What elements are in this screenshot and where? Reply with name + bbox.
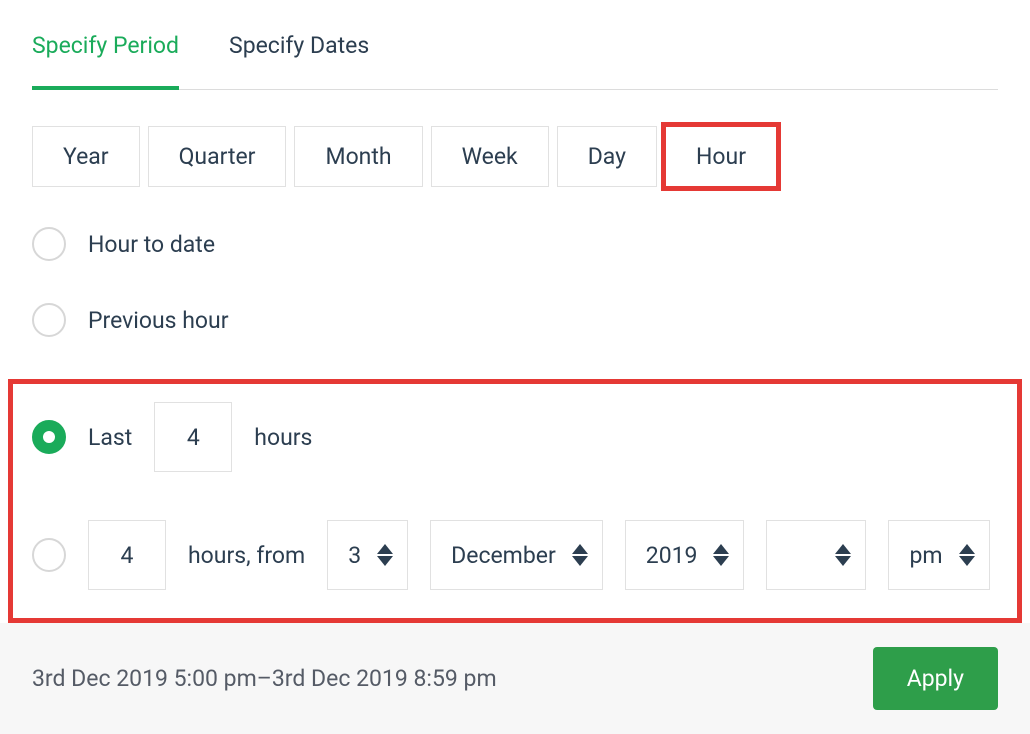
tabs: Specify Period Specify Dates <box>32 32 998 90</box>
option-previous-hour: Previous hour <box>32 303 998 337</box>
spinner-stack <box>713 544 729 566</box>
month-value: December <box>451 542 556 569</box>
option-last-hours: Last 4 hours <box>32 402 998 472</box>
hours-from-year-field[interactable]: 2019 <box>625 520 745 590</box>
option-label-mid: hours, from <box>188 542 305 569</box>
day-value: 3 <box>348 542 361 569</box>
spinner-stack <box>572 544 588 566</box>
ampm-value: pm <box>909 542 942 569</box>
arrow-down-icon[interactable] <box>377 556 393 566</box>
option-label-prefix: Last <box>88 424 132 451</box>
tab-specify-dates[interactable]: Specify Dates <box>229 32 369 89</box>
period-quarter-button[interactable]: Quarter <box>148 126 287 187</box>
period-year-button[interactable]: Year <box>32 126 140 187</box>
option-label-suffix: hours <box>254 424 312 451</box>
period-hour-button[interactable]: Hour <box>661 122 781 191</box>
period-week-button[interactable]: Week <box>431 126 549 187</box>
spinner-stack <box>959 544 975 566</box>
year-value: 2019 <box>646 542 698 569</box>
radio-previous-hour[interactable] <box>32 303 66 337</box>
last-hours-count-field[interactable]: 4 <box>154 402 232 472</box>
arrow-down-icon[interactable] <box>835 556 851 566</box>
period-month-button[interactable]: Month <box>294 126 422 187</box>
arrow-up-icon[interactable] <box>959 544 975 554</box>
hours-from-hour-field[interactable] <box>766 520 866 590</box>
arrow-down-icon[interactable] <box>572 556 588 566</box>
apply-button[interactable]: Apply <box>873 647 998 710</box>
hours-from-ampm-field[interactable]: pm <box>888 520 989 590</box>
option-hour-to-date: Hour to date <box>32 227 998 261</box>
tab-specify-period[interactable]: Specify Period <box>32 32 179 89</box>
highlighted-options-box: Last 4 hours 4 hours, from 3 December <box>8 379 1022 623</box>
period-day-button[interactable]: Day <box>557 126 657 187</box>
spinner-stack <box>835 544 851 566</box>
options: Hour to date Previous hour Last 4 hours … <box>32 227 998 623</box>
arrow-up-icon[interactable] <box>572 544 588 554</box>
radio-last-hours[interactable] <box>32 420 66 454</box>
option-label: Hour to date <box>88 231 215 258</box>
arrow-up-icon[interactable] <box>713 544 729 554</box>
arrow-up-icon[interactable] <box>835 544 851 554</box>
arrow-down-icon[interactable] <box>959 556 975 566</box>
option-label: Previous hour <box>88 307 229 334</box>
footer: 3rd Dec 2019 5:00 pm–3rd Dec 2019 8:59 p… <box>0 623 1030 734</box>
period-buttons: Year Quarter Month Week Day Hour <box>32 126 998 187</box>
date-range-text: 3rd Dec 2019 5:00 pm–3rd Dec 2019 8:59 p… <box>32 665 497 692</box>
hours-from-count-field[interactable]: 4 <box>88 520 166 590</box>
hours-from-month-field[interactable]: December <box>430 520 603 590</box>
hours-from-day-field[interactable]: 3 <box>327 520 408 590</box>
arrow-up-icon[interactable] <box>377 544 393 554</box>
option-hours-from: 4 hours, from 3 December <box>32 520 998 590</box>
spinner-stack <box>377 544 393 566</box>
arrow-down-icon[interactable] <box>713 556 729 566</box>
radio-hours-from[interactable] <box>32 538 66 572</box>
radio-hour-to-date[interactable] <box>32 227 66 261</box>
